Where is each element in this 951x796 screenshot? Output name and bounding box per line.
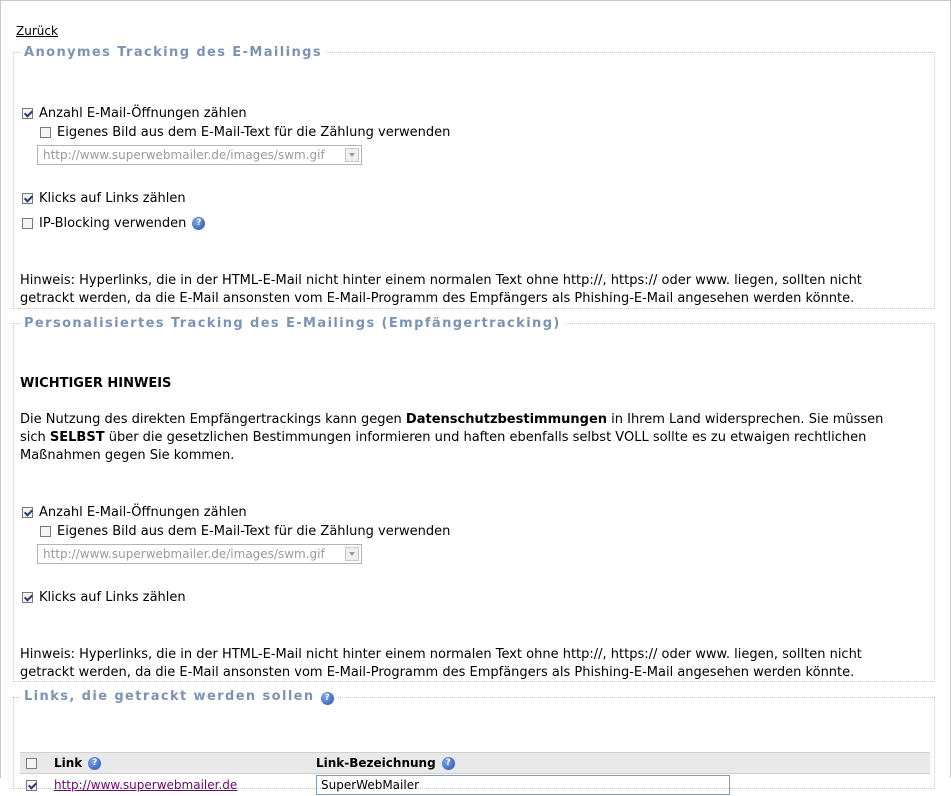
- personal-own-image-row[interactable]: Eigenes Bild aus dem E-Mail-Text für die…: [40, 524, 450, 539]
- personal-own-image-label: Eigenes Bild aus dem E-Mail-Text für die…: [57, 524, 451, 539]
- warning-text-part: über die gesetzlichen Bestimmungen infor…: [20, 430, 867, 463]
- row-select-checkbox[interactable]: [26, 779, 37, 791]
- tracked-links-legend-text: Links, die getrackt werden sollen: [24, 689, 315, 704]
- count-clicks-row[interactable]: Klicks auf Links zählen: [22, 191, 186, 206]
- personal-count-clicks-label: Klicks auf Links zählen: [39, 590, 186, 605]
- personal-tracking-section: Personalisiertes Tracking des E-Mailings…: [13, 316, 935, 682]
- personal-count-opens-label: Anzahl E-Mail-Öffnungen zählen: [39, 505, 247, 520]
- personal-count-opens-row[interactable]: Anzahl E-Mail-Öffnungen zählen: [22, 505, 247, 520]
- anonymous-tracking-legend: Anonymes Tracking des E-Mailings: [24, 45, 322, 60]
- links-table-header: Link ? Link-Bezeichnung ?: [20, 752, 930, 774]
- column-header-link-name-label: Link-Bezeichnung: [316, 756, 436, 770]
- link-name-cell: SuperWebMailer: [316, 774, 730, 796]
- anonymous-hint: Hinweis: Hyperlinks, die in der HTML-E-M…: [20, 273, 862, 306]
- own-image-row[interactable]: Eigenes Bild aus dem E-Mail-Text für die…: [40, 125, 450, 140]
- column-header-link-name: Link-Bezeichnung ?: [316, 753, 455, 773]
- personal-image-url-select[interactable]: http://www.superwebmailer.de/images/swm.…: [37, 544, 362, 564]
- own-image-checkbox[interactable]: [40, 127, 51, 138]
- warning-title: WICHTIGER HINWEIS: [20, 376, 172, 391]
- warning-bold-term: SELBST: [49, 430, 105, 445]
- back-link[interactable]: Zurück: [16, 24, 58, 38]
- link-url-cell: http://www.superwebmailer.de: [54, 774, 237, 796]
- image-url-select-value: http://www.superwebmailer.de/images/swm.…: [43, 148, 325, 162]
- help-icon[interactable]: ?: [88, 756, 102, 770]
- count-clicks-checkbox[interactable]: [22, 193, 33, 204]
- help-icon[interactable]: ?: [192, 217, 206, 230]
- personal-hint: Hinweis: Hyperlinks, die in der HTML-E-M…: [20, 647, 862, 680]
- personal-count-opens-checkbox[interactable]: [22, 507, 33, 518]
- warning-text: Die Nutzung des direkten Empfängertracki…: [20, 411, 910, 465]
- personal-own-image-checkbox[interactable]: [40, 526, 51, 537]
- select-all-checkbox[interactable]: [26, 757, 37, 769]
- personal-count-clicks-row[interactable]: Klicks auf Links zählen: [22, 590, 186, 605]
- anonymous-tracking-section: Anonymes Tracking des E-Mailings Anzahl …: [13, 45, 935, 309]
- tracked-links-section: Links, die getrackt werden sollen? Link …: [13, 689, 935, 795]
- own-image-label: Eigenes Bild aus dem E-Mail-Text für die…: [57, 125, 451, 140]
- tracked-links-legend: Links, die getrackt werden sollen?: [20, 689, 338, 705]
- chevron-down-icon: [345, 547, 359, 561]
- personal-count-clicks-checkbox[interactable]: [22, 592, 33, 603]
- row-select-cell: [26, 774, 43, 796]
- ip-blocking-label: IP-Blocking verwenden: [39, 216, 187, 231]
- image-url-select[interactable]: http://www.superwebmailer.de/images/swm.…: [37, 145, 362, 165]
- warning-text-part: Die Nutzung des direkten Empfängertracki…: [20, 412, 406, 427]
- chevron-down-icon: [345, 148, 359, 162]
- help-icon[interactable]: ?: [441, 756, 455, 770]
- count-opens-row[interactable]: Anzahl E-Mail-Öffnungen zählen: [22, 106, 247, 121]
- count-clicks-label: Klicks auf Links zählen: [39, 191, 186, 206]
- personal-tracking-legend: Personalisiertes Tracking des E-Mailings…: [24, 316, 561, 331]
- link-name-input[interactable]: SuperWebMailer: [316, 775, 730, 795]
- select-all-cell: [26, 753, 43, 773]
- warning-bold-term: Datenschutzbestimmungen: [405, 412, 608, 427]
- count-opens-checkbox[interactable]: [22, 108, 33, 119]
- help-icon[interactable]: ?: [320, 692, 334, 705]
- ip-blocking-checkbox[interactable]: [22, 218, 33, 229]
- ip-blocking-row[interactable]: IP-Blocking verwenden ?: [22, 216, 206, 231]
- count-opens-label: Anzahl E-Mail-Öffnungen zählen: [39, 106, 247, 121]
- link-url[interactable]: http://www.superwebmailer.de: [54, 778, 237, 792]
- column-header-link-label: Link: [54, 756, 83, 770]
- column-header-link: Link ?: [54, 753, 102, 773]
- table-row: http://www.superwebmailer.de SuperWebMai…: [20, 774, 930, 796]
- personal-image-url-select-value: http://www.superwebmailer.de/images/swm.…: [43, 547, 325, 561]
